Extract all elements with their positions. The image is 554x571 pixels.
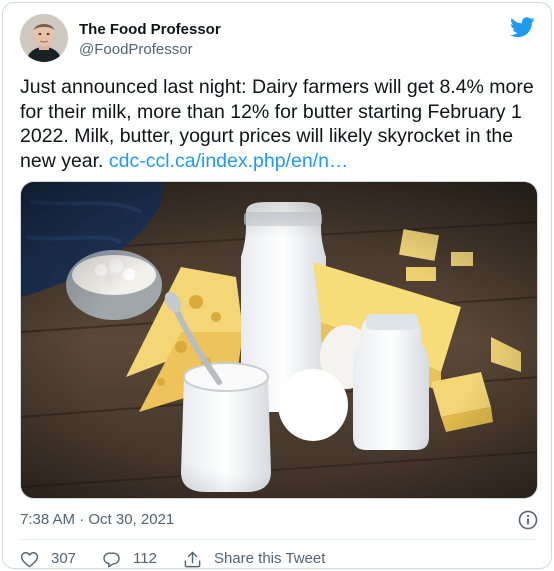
author-handle[interactable]: @FoodProfessor bbox=[79, 41, 193, 59]
divider bbox=[20, 539, 535, 540]
tweet-meta: 7:38 AM · Oct 30, 2021 bbox=[20, 510, 540, 530]
tweet-text: Just announced last night: Dairy farmers… bbox=[20, 75, 540, 173]
tweet-header: The Food Professor @FoodProfessor bbox=[20, 14, 535, 64]
like-button[interactable]: 307 bbox=[20, 549, 77, 568]
reply-icon bbox=[103, 551, 120, 567]
tweet-media[interactable] bbox=[20, 181, 538, 499]
avatar-image bbox=[20, 14, 68, 62]
reply-button[interactable]: 112 bbox=[102, 549, 157, 568]
share-icon bbox=[184, 551, 201, 567]
author-avatar[interactable] bbox=[20, 14, 68, 62]
author-name[interactable]: The Food Professor bbox=[79, 21, 221, 39]
reply-count: 112 bbox=[133, 550, 157, 567]
tweet-link[interactable]: cdc-ccl.ca/index.php/en/n… bbox=[109, 150, 349, 172]
tweet-card: The Food Professor @FoodProfessor Just a… bbox=[2, 2, 552, 569]
share-button[interactable]: Share this Tweet bbox=[183, 549, 326, 568]
info-icon[interactable] bbox=[518, 510, 538, 530]
like-count: 307 bbox=[51, 550, 77, 567]
share-label: Share this Tweet bbox=[213, 550, 326, 567]
heart-icon bbox=[20, 551, 39, 567]
twitter-bird-icon[interactable] bbox=[510, 17, 535, 38]
tweet-timestamp[interactable]: 7:38 AM · Oct 30, 2021 bbox=[20, 511, 174, 528]
tweet-actions: 307 112 Share this Tweet bbox=[20, 548, 351, 568]
dairy-photo bbox=[21, 182, 537, 498]
